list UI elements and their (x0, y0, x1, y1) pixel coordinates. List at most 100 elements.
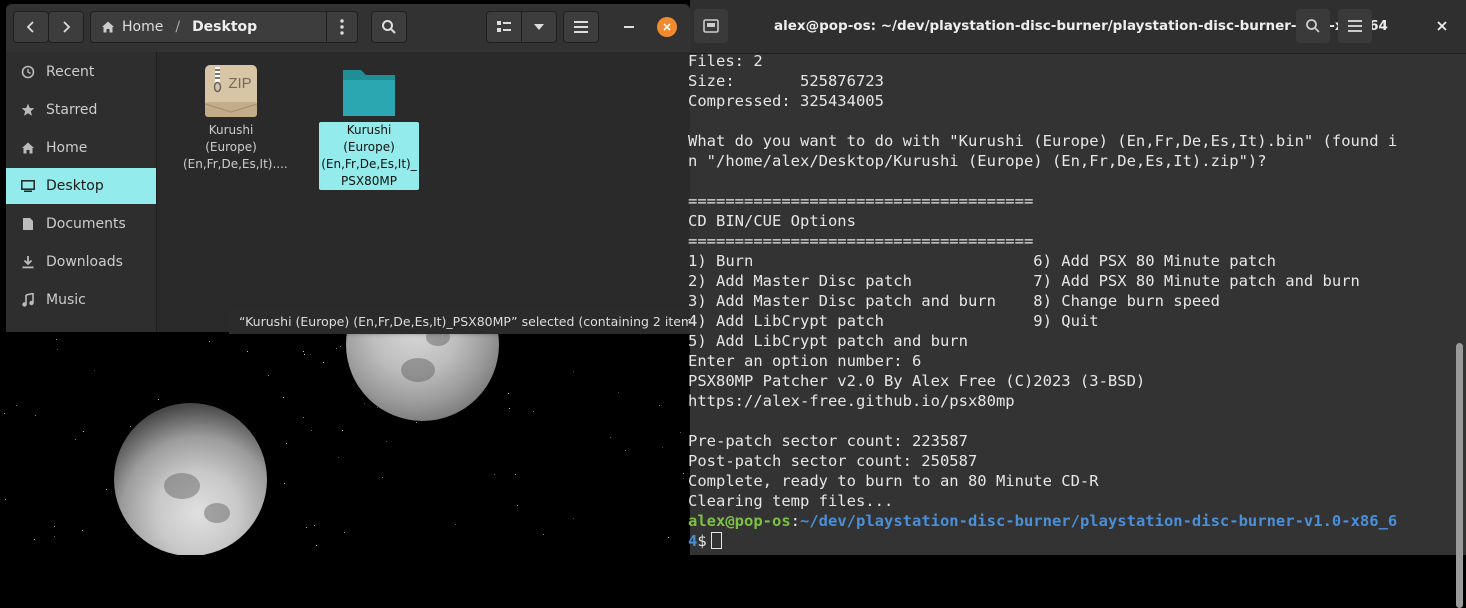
file-name: Kurushi (Europe) (En,Fr,De,Es,It)_ PSX80… (319, 122, 419, 190)
chevron-left-icon (26, 21, 34, 33)
view-options-button[interactable] (521, 11, 557, 43)
terminal-prompt-line: 4$ (688, 531, 1450, 551)
path-bar: Home / Desktop (90, 11, 358, 43)
star-dot (106, 489, 107, 490)
prompt-path-wrap: 4 (688, 532, 698, 550)
star-dot (286, 443, 287, 444)
terminal-line: Size: 525876723 (688, 72, 884, 90)
terminal-line: What do you want to do with "Kurushi (Eu… (688, 132, 1398, 150)
sidebar-item-recent[interactable]: Recent (6, 54, 156, 90)
star-dot (573, 518, 574, 519)
star-dot (54, 536, 55, 537)
terminal-line: Compressed: 325434005 (688, 92, 884, 110)
sidebar-item-documents[interactable]: Documents (6, 206, 156, 242)
star-dot (34, 539, 35, 540)
terminal-line: Files: 2 (688, 52, 763, 70)
view-toggle-button[interactable] (486, 11, 522, 43)
terminal-line: ===================================== (688, 232, 1034, 250)
star-dot (364, 403, 365, 404)
sidebar-item-home[interactable]: Home (6, 130, 156, 166)
sidebar-item-downloads[interactable]: Downloads (6, 244, 156, 280)
terminal-search-button[interactable] (1296, 9, 1330, 43)
sidebar-item-starred[interactable]: Starred (6, 92, 156, 128)
file-manager-header: Home / Desktop (6, 4, 690, 53)
new-tab-button[interactable] (694, 9, 728, 43)
terminal-line: CD BIN/CUE Options (688, 212, 856, 230)
path-menu-button[interactable] (326, 12, 357, 42)
search-button[interactable] (371, 11, 407, 43)
forward-button[interactable] (48, 11, 84, 43)
star-dot (4, 413, 5, 414)
back-button[interactable] (13, 11, 49, 43)
star-dot (455, 524, 456, 525)
star-dot (94, 370, 95, 371)
file-manager-window: Home / Desktop Recent Starred Home Deskt… (6, 4, 690, 332)
star-icon (21, 103, 35, 116)
star-dot (316, 545, 317, 546)
star-dot (508, 393, 509, 394)
terminal-line: 3) Add Master Disc patch and burn 8) Cha… (688, 292, 1220, 310)
sidebar-item-music[interactable]: Music (6, 282, 156, 318)
star-dot (35, 415, 36, 416)
star-dot (494, 474, 495, 475)
terminal-scrollbar-thumb[interactable] (1456, 343, 1463, 608)
prompt-path: ~/dev/playstation-disc-burner/playstatio… (800, 512, 1398, 530)
star-dot (82, 530, 83, 531)
close-button[interactable] (657, 17, 677, 37)
sidebar-item-label: Music (46, 292, 86, 308)
terminal-line: 5) Add LibCrypt patch and burn (688, 332, 968, 350)
sidebar-item-desktop[interactable]: Desktop (6, 168, 156, 204)
close-icon (1437, 21, 1447, 31)
minimize-button[interactable] (618, 16, 640, 38)
search-icon (1306, 19, 1320, 33)
star-dot (83, 431, 84, 432)
star-dot (268, 375, 269, 376)
star-dot (382, 477, 383, 478)
file-view: ZIP Kurushi (Europe) (En,Fr,De,Es,It)...… (157, 52, 690, 332)
close-icon (663, 23, 671, 31)
star-dot (209, 341, 210, 342)
sidebar-item-label: Downloads (46, 254, 123, 270)
star-dot (284, 483, 285, 484)
star-dot (303, 351, 304, 352)
terminal-cursor (710, 532, 722, 549)
star-dot (158, 399, 159, 400)
breadcrumb-home[interactable]: Home (101, 19, 163, 35)
star-dot (304, 354, 305, 355)
star-dot (683, 478, 684, 479)
breadcrumb-home-label: Home (122, 19, 164, 35)
main-menu-button[interactable] (563, 11, 599, 43)
star-dot (517, 505, 518, 506)
terminal-menu-button[interactable] (1338, 9, 1372, 43)
sidebar-item-label: Desktop (46, 178, 104, 194)
file-item-zip[interactable]: ZIP Kurushi (Europe) (En,Fr,De,Es,It)...… (181, 64, 288, 173)
file-name: Kurushi (Europe) (En,Fr,De,Es,It).... (183, 123, 288, 171)
breadcrumb-desktop[interactable]: Desktop (192, 19, 257, 35)
prompt-dollar: $ (697, 532, 707, 550)
terminal-line: PSX80MP Patcher v2.0 By Alex Free (C)202… (688, 372, 1146, 390)
terminal-prompt-line: alex@pop-os:~/dev/playstation-disc-burne… (688, 511, 1450, 531)
terminal-line: 1) Burn 6) Add PSX 80 Minute patch (688, 252, 1276, 270)
terminal-line: Enter an option number: 6 (688, 352, 922, 370)
star-dot (533, 411, 534, 412)
terminal-scrollbar[interactable] (1452, 53, 1466, 608)
terminal-close-button[interactable] (1425, 9, 1459, 43)
star-dot (338, 457, 339, 458)
home-icon (22, 142, 34, 154)
star-dot (668, 537, 669, 538)
terminal-line: n "/home/alex/Desktop/Kurushi (Europe) (… (688, 152, 1267, 170)
star-dot (247, 351, 248, 352)
download-icon (22, 256, 34, 269)
star-dot (310, 354, 311, 355)
terminal-output[interactable]: Files: 2 Size: 525876723 Compressed: 32543… (688, 51, 1450, 555)
document-icon (23, 218, 33, 230)
star-dot (75, 439, 76, 440)
star-dot (336, 348, 337, 349)
star-dot (311, 430, 312, 431)
terminal-window: alex@pop-os: ~/dev/playstation-disc-burn… (688, 0, 1466, 608)
home-icon (102, 21, 114, 33)
prompt-colon: : (790, 512, 800, 530)
file-item-folder[interactable]: Kurushi (Europe) (En,Fr,De,Es,It)_ PSX80… (319, 64, 419, 190)
sidebar: Recent Starred Home Desktop Documents Do… (6, 52, 157, 332)
